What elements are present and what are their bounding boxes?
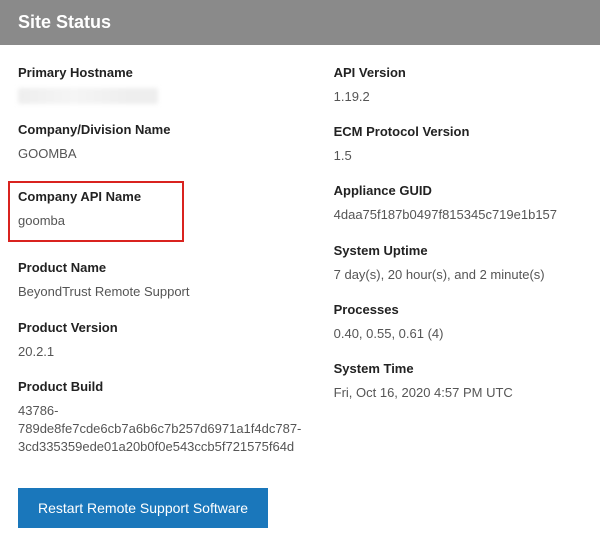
label-system-uptime: System Uptime (334, 243, 582, 258)
field-product-name: Product Name BeyondTrust Remote Support (18, 260, 304, 301)
field-processes: Processes 0.40, 0.55, 0.61 (4) (334, 302, 582, 343)
value-product-name: BeyondTrust Remote Support (18, 283, 304, 301)
label-company-api: Company API Name (18, 189, 174, 204)
redacted-value (18, 88, 158, 104)
value-api-version: 1.19.2 (334, 88, 582, 106)
label-company-division: Company/Division Name (18, 122, 304, 137)
label-system-time: System Time (334, 361, 582, 376)
value-company-division: GOOMBA (18, 145, 304, 163)
field-system-time: System Time Fri, Oct 16, 2020 4:57 PM UT… (334, 361, 582, 402)
label-product-version: Product Version (18, 320, 304, 335)
label-processes: Processes (334, 302, 582, 317)
label-primary-hostname: Primary Hostname (18, 65, 304, 80)
field-system-uptime: System Uptime 7 day(s), 20 hour(s), and … (334, 243, 582, 284)
field-ecm-protocol: ECM Protocol Version 1.5 (334, 124, 582, 165)
page-title: Site Status (18, 12, 111, 32)
value-appliance-guid: 4daa75f187b0497f815345c719e1b157 (334, 206, 582, 224)
value-system-time: Fri, Oct 16, 2020 4:57 PM UTC (334, 384, 582, 402)
value-system-uptime: 7 day(s), 20 hour(s), and 2 minute(s) (334, 266, 582, 284)
status-content: Primary Hostname Company/Division Name G… (0, 45, 600, 488)
field-api-version: API Version 1.19.2 (334, 65, 582, 106)
restart-button[interactable]: Restart Remote Support Software (18, 488, 268, 528)
value-ecm-protocol: 1.5 (334, 147, 582, 165)
label-ecm-protocol: ECM Protocol Version (334, 124, 582, 139)
highlight-company-api: Company API Name goomba (8, 181, 184, 242)
field-company-division: Company/Division Name GOOMBA (18, 122, 304, 163)
field-primary-hostname: Primary Hostname (18, 65, 304, 104)
right-column: API Version 1.19.2 ECM Protocol Version … (334, 65, 582, 474)
page-header: Site Status (0, 0, 600, 45)
footer-actions: Restart Remote Support Software (0, 488, 600, 546)
field-appliance-guid: Appliance GUID 4daa75f187b0497f815345c71… (334, 183, 582, 224)
label-api-version: API Version (334, 65, 582, 80)
value-product-version: 20.2.1 (18, 343, 304, 361)
value-processes: 0.40, 0.55, 0.61 (4) (334, 325, 582, 343)
label-product-name: Product Name (18, 260, 304, 275)
value-primary-hostname (18, 88, 304, 104)
left-column: Primary Hostname Company/Division Name G… (18, 65, 304, 474)
label-appliance-guid: Appliance GUID (334, 183, 582, 198)
field-product-build: Product Build 43786-789de8fe7cde6cb7a6b6… (18, 379, 304, 457)
value-company-api: goomba (18, 212, 174, 230)
value-product-build: 43786-789de8fe7cde6cb7a6b6c7b257d6971a1f… (18, 402, 304, 457)
field-product-version: Product Version 20.2.1 (18, 320, 304, 361)
label-product-build: Product Build (18, 379, 304, 394)
